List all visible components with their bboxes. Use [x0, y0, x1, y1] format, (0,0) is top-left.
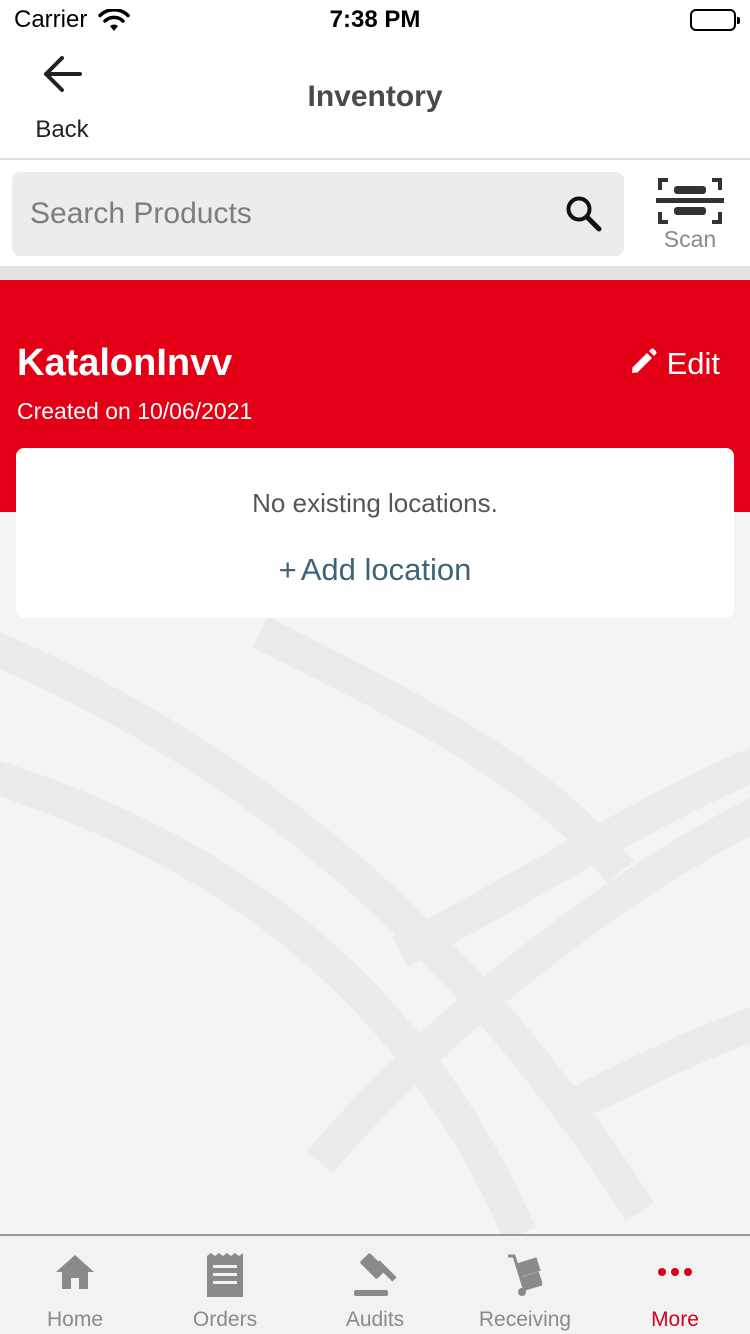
tab-orders[interactable]: Orders	[150, 1236, 300, 1334]
add-location-label: Add location	[300, 552, 472, 587]
add-location-button[interactable]: + Add location	[16, 552, 734, 588]
tab-label: Audits	[345, 1308, 405, 1331]
status-bar: Carrier 7:38 PM	[0, 0, 750, 40]
tab-label: Orders	[192, 1308, 258, 1331]
inventory-created-date: Created on 10/06/2021	[17, 398, 253, 424]
back-label: Back	[35, 116, 89, 143]
tab-receiving[interactable]: Receiving	[450, 1236, 600, 1334]
empty-locations-message: No existing locations.	[252, 488, 498, 518]
tab-label: Home	[46, 1308, 104, 1331]
search-icon[interactable]	[564, 194, 604, 239]
tab-audits[interactable]: Audits	[300, 1236, 450, 1334]
clock-time: 7:38 PM	[329, 6, 421, 33]
scan-label: Scan	[663, 226, 717, 252]
edit-label: Edit	[666, 346, 720, 381]
search-box	[12, 172, 624, 256]
inventory-name: KatalonInvv	[17, 342, 233, 384]
plus-icon: +	[278, 552, 297, 587]
barcode-scan-icon	[656, 176, 724, 231]
tab-more[interactable]: More	[600, 1236, 750, 1334]
bottom-tab-bar: Home Orders Audits Receiving More	[0, 1234, 750, 1334]
gavel-icon	[352, 1252, 398, 1303]
battery-icon	[690, 9, 740, 31]
more-dots-icon	[655, 1252, 695, 1297]
edit-button[interactable]: Edit	[629, 344, 720, 384]
divider	[0, 266, 750, 280]
tab-home[interactable]: Home	[0, 1236, 150, 1334]
nav-header: Back Inventory	[0, 40, 750, 160]
search-bar-area: Scan	[0, 160, 750, 266]
tab-label: More	[651, 1308, 699, 1331]
scan-button[interactable]: Scan	[650, 174, 730, 256]
page-title: Inventory	[307, 80, 443, 113]
search-input[interactable]	[30, 190, 550, 238]
tab-label: Receiving	[478, 1308, 572, 1331]
home-icon	[54, 1252, 96, 1297]
background-pattern	[0, 616, 750, 1234]
hand-truck-icon	[504, 1252, 546, 1303]
pencil-icon	[629, 347, 657, 381]
receipt-icon	[205, 1252, 245, 1303]
locations-card: No existing locations. + Add location	[16, 448, 734, 618]
